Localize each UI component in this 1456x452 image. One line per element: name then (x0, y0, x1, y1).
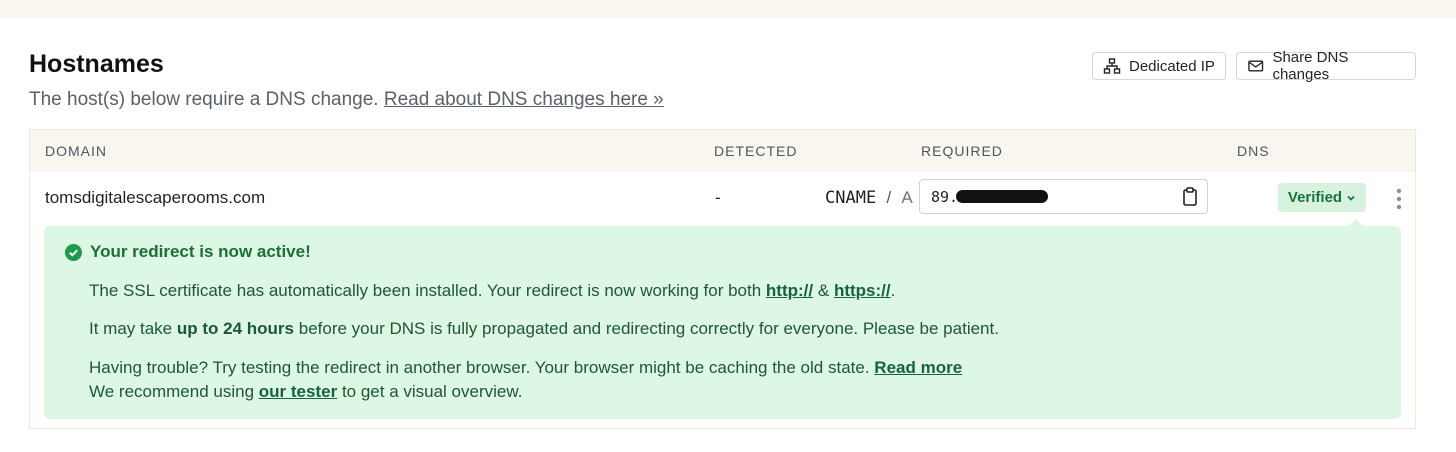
redacted-value (956, 190, 1048, 203)
record-type-cname: CNAME (825, 188, 877, 208)
share-dns-button[interactable]: Share DNS changes (1236, 49, 1416, 83)
propagation-end: before your DNS is fully propagated and … (298, 319, 999, 338)
propagation-time: up to 24 hours (176, 319, 294, 338)
https-link[interactable]: https:// (834, 281, 891, 300)
trouble-text: Having trouble? Try testing the redirect… (89, 358, 870, 377)
our-tester-link[interactable]: our tester (259, 382, 337, 401)
tester-end: to get a visual overview. (341, 382, 523, 401)
dns-status-badge[interactable]: Verified (1278, 183, 1366, 212)
required-value-field[interactable]: 89. (919, 179, 1208, 214)
table-header: DOMAIN DETECTED REQUIRED DNS (30, 130, 1415, 172)
check-circle-icon (65, 243, 82, 261)
required-value: 89. (931, 188, 959, 206)
record-type: CNAME / A (825, 188, 913, 208)
panel-line-propagation: It may take up to 24 hours before your D… (89, 319, 999, 339)
mail-icon (1248, 60, 1264, 72)
ampersand: & (817, 281, 830, 300)
hostnames-table: DOMAIN DETECTED REQUIRED DNS tomsdigital… (29, 129, 1416, 429)
tester-start: We recommend using (89, 382, 255, 401)
dedicated-ip-label: Dedicated IP (1129, 57, 1215, 75)
domain-cell: tomsdigitalescaperooms.com (45, 188, 266, 207)
panel-line-ssl: The SSL certificate has automatically be… (89, 281, 895, 301)
panel-heading: Your redirect is now active! (65, 242, 311, 262)
detected-cell: - (715, 188, 721, 207)
col-domain: DOMAIN (45, 143, 107, 159)
clipboard-icon[interactable] (1181, 187, 1199, 207)
dns-status-label: Verified (1287, 189, 1343, 206)
network-icon (1103, 58, 1121, 74)
http-link[interactable]: http:// (766, 281, 813, 300)
page-title: Hostnames (29, 50, 164, 78)
panel-line-tester: We recommend using our tester to get a v… (89, 382, 522, 402)
top-band (0, 0, 1456, 18)
col-dns: DNS (1237, 143, 1270, 159)
dns-changes-link[interactable]: Read about DNS changes here » (384, 89, 664, 110)
propagation-start: It may take (89, 319, 173, 338)
record-type-a: A (901, 188, 913, 207)
chevron-down-icon (1347, 195, 1355, 201)
redirect-active-panel: Your redirect is now active! The SSL cer… (44, 226, 1401, 419)
page-subtitle: The host(s) below require a DNS change. … (29, 89, 664, 111)
panel-line-trouble: Having trouble? Try testing the redirect… (89, 358, 962, 378)
more-options-icon[interactable] (1394, 188, 1404, 210)
dedicated-ip-button[interactable]: Dedicated IP (1092, 52, 1226, 80)
col-detected: DETECTED (714, 143, 798, 159)
record-type-separator: / (886, 188, 892, 207)
share-dns-label: Share DNS changes (1272, 49, 1349, 83)
line1-period: . (890, 281, 896, 300)
ssl-text: The SSL certificate has automatically be… (89, 281, 762, 300)
subtitle-text: The host(s) below require a DNS change. (29, 89, 379, 110)
read-more-link[interactable]: Read more (874, 358, 962, 377)
panel-heading-text: Your redirect is now active! (90, 242, 311, 261)
col-required: REQUIRED (921, 143, 1003, 159)
